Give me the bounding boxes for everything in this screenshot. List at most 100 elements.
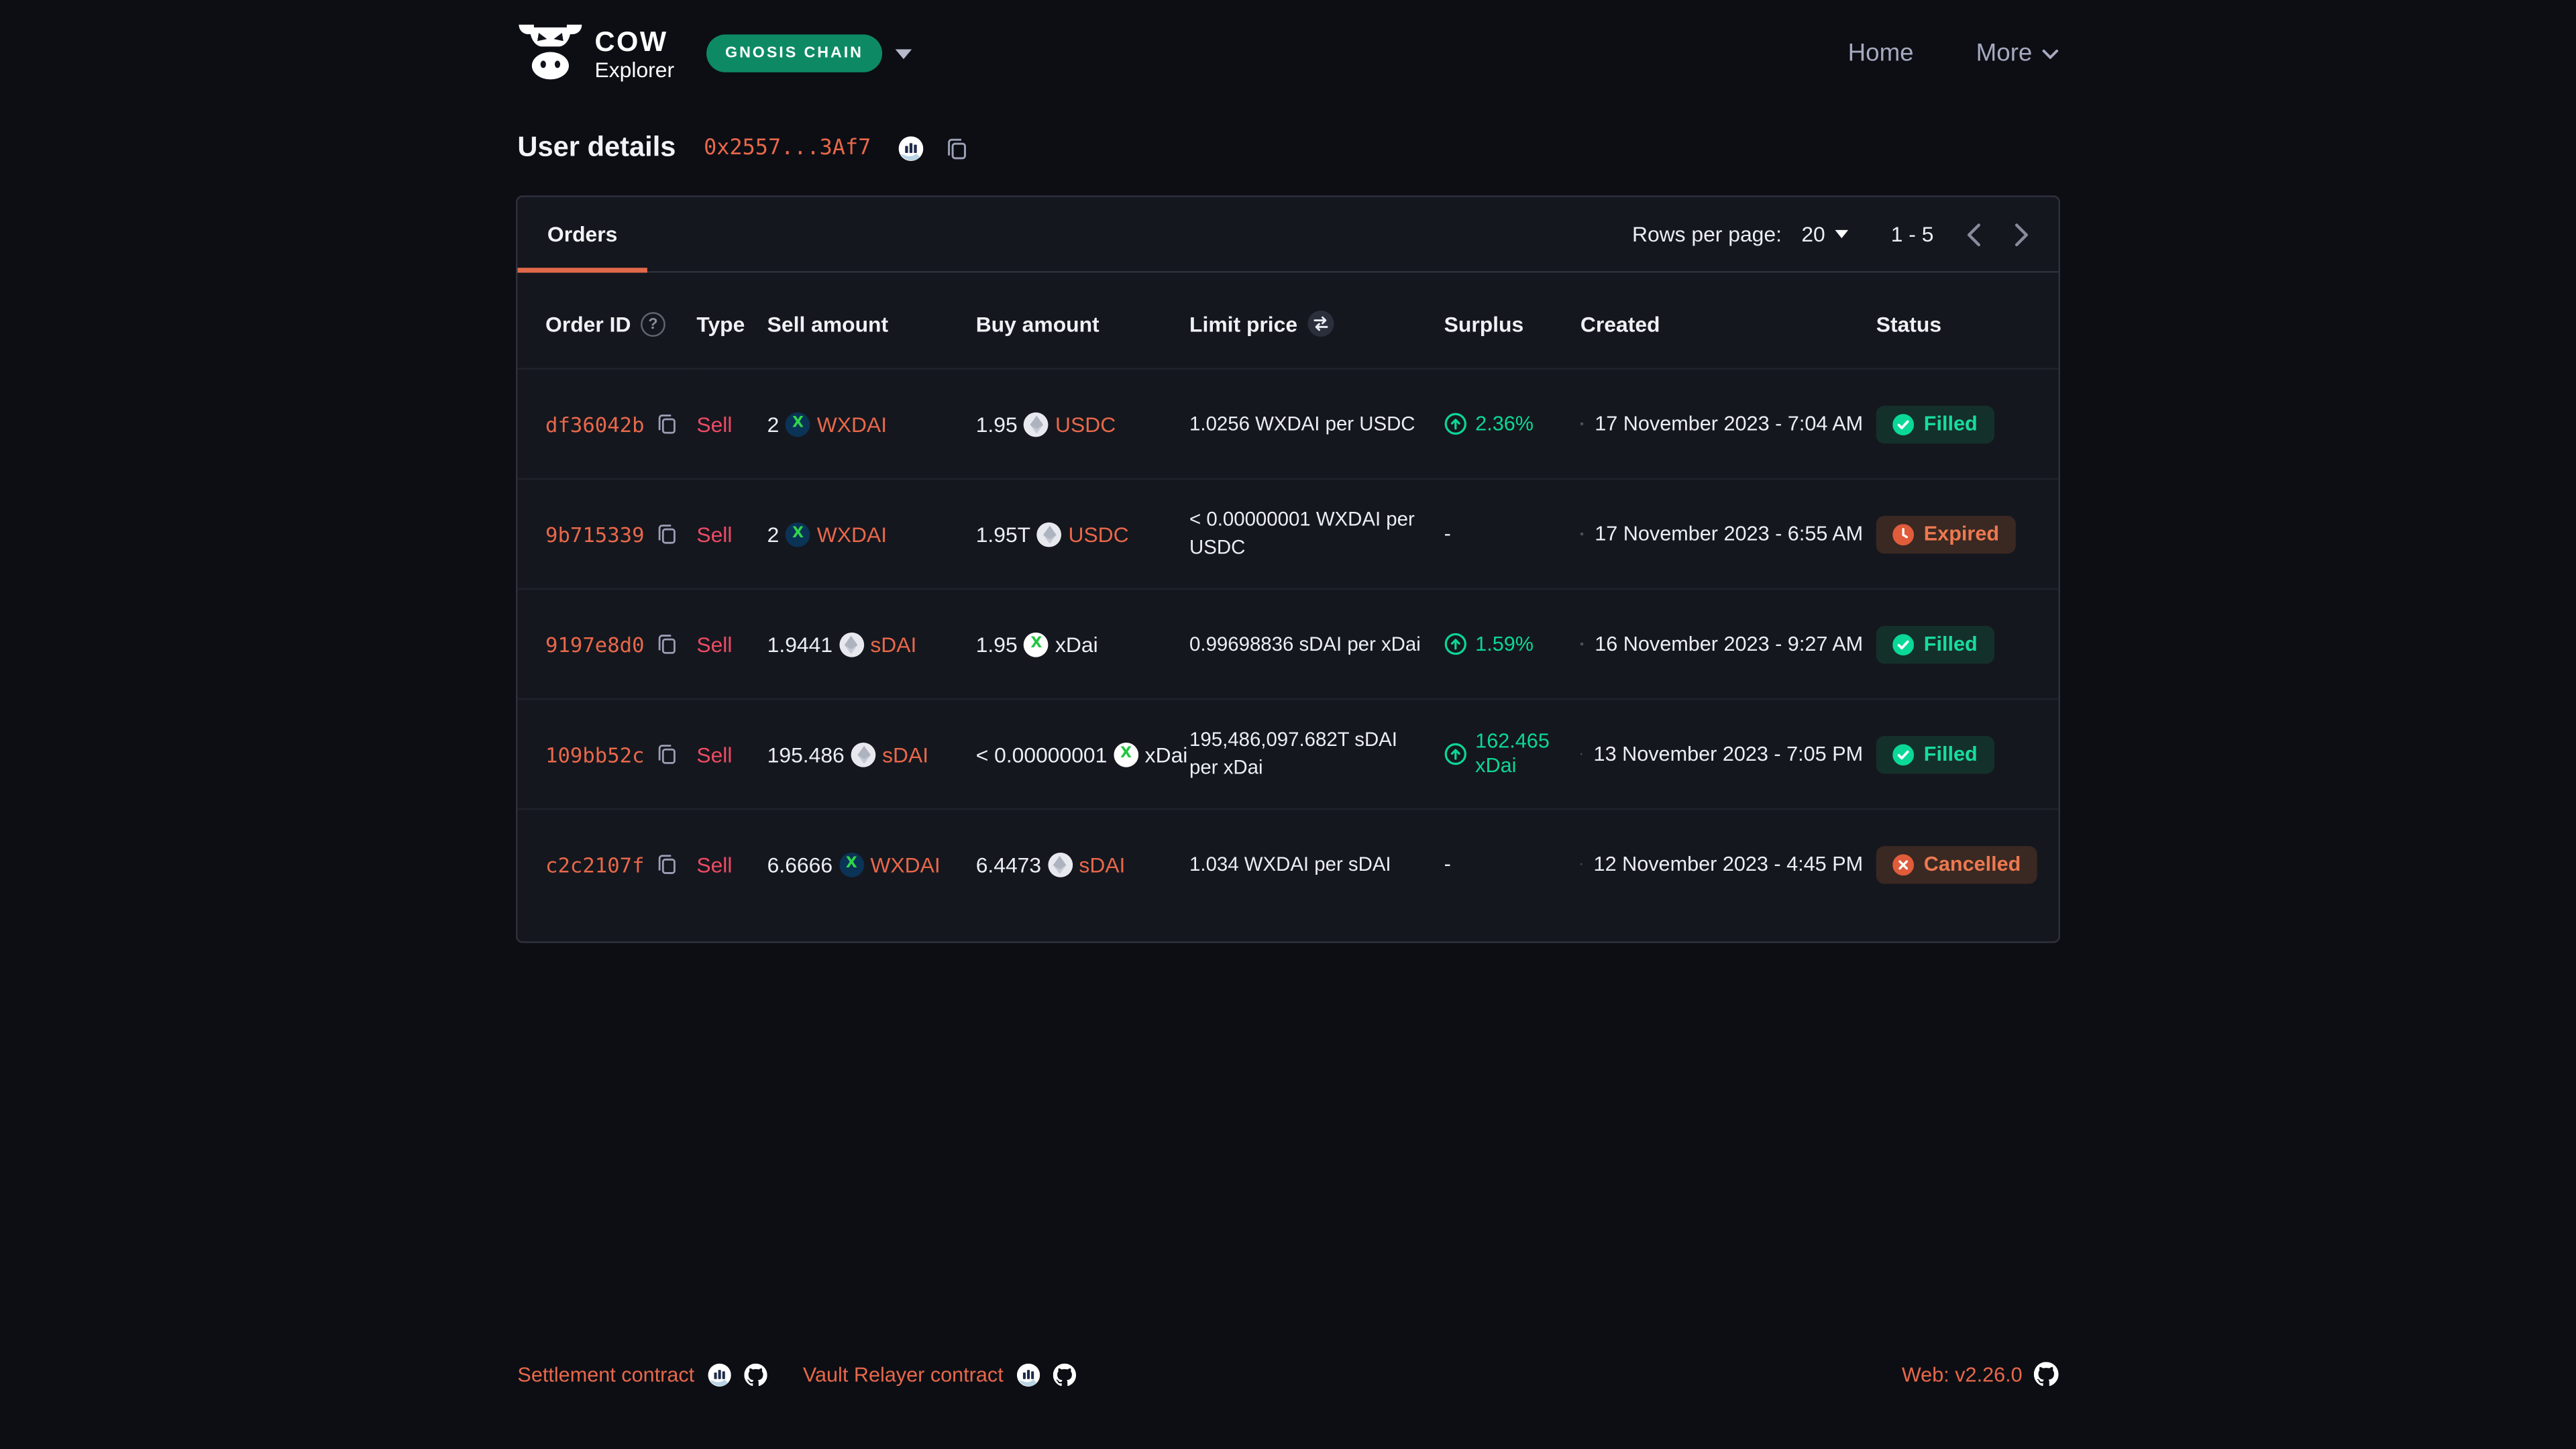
sell-amount-cell: 6.6666 X WXDAI [767,852,963,877]
generic-token-icon [1024,411,1049,436]
status-badge: Filled [1876,735,1994,773]
token-link[interactable]: WXDAI [817,411,887,436]
copy-icon[interactable] [656,523,679,545]
generic-token-icon [1037,522,1062,547]
top-navigation-bar: COW Explorer GNOSIS CHAIN Home More [0,0,2576,84]
status-badge: Filled [1876,625,1994,663]
limit-price: < 0.00000001 WXDAI per USDC [1189,506,1431,561]
brand-subtitle: Explorer [595,58,675,80]
settlement-contract-link[interactable]: Settlement contract [517,1362,694,1385]
xdai-token-icon: X [1024,632,1049,657]
x-circle-icon [1892,853,1914,875]
col-type: Type [696,273,767,369]
copy-icon[interactable] [656,853,679,875]
wxdai-token-icon: X [786,411,810,436]
copy-icon[interactable] [656,633,679,655]
clock-icon [1580,853,1582,875]
chevron-down-icon [894,48,910,58]
check-circle-icon [1892,633,1914,655]
cow-explorer-app: COW Explorer GNOSIS CHAIN Home More Use [0,0,2576,1449]
buy-amount-cell: 1.95 X xDai [976,632,1177,657]
tab-orders[interactable]: Orders [517,197,647,271]
token-link[interactable]: WXDAI [870,852,940,877]
nav-home[interactable]: Home [1848,40,1914,68]
nav-more[interactable]: More [1976,40,2059,68]
wxdai-token-icon: X [786,522,810,547]
page-title: User details [517,131,676,164]
order-id-link[interactable]: 9197e8d0 [545,632,644,657]
clock-circle-icon [1892,523,1914,545]
card-tab-bar: Orders Rows per page: 20 1 - 5 [517,197,2058,273]
sell-amount-cell: 2 X WXDAI [767,522,963,547]
cow-explorer-logo[interactable]: COW Explorer [517,23,674,84]
clock-icon [1580,743,1582,765]
generic-token-icon [851,742,876,767]
github-icon[interactable] [744,1362,767,1385]
order-id-link[interactable]: df36042b [545,411,644,436]
arrow-up-circle-icon [1444,413,1467,435]
limit-price: 0.99698836 sDAI per xDai [1189,630,1431,658]
table-row: 9197e8d0 Sell 1.9441 sDAI 1.95 X [517,589,2058,699]
limit-price: 1.034 WXDAI per sDAI [1189,850,1431,878]
settlement-contract-group: Settlement contract [517,1362,767,1385]
token-link[interactable]: sDAI [882,742,928,767]
col-buy-amount: Buy amount [976,273,1189,369]
copy-address-icon[interactable] [945,136,970,160]
orders-table-body: df36042b Sell 2 X WXDAI 1.95 USDC [517,369,2058,918]
network-selector[interactable]: GNOSIS CHAIN [707,34,911,72]
page-header: User details 0x2557...3Af7 [517,131,2058,164]
created-cell: 16 November 2023 - 9:27 AM [1580,633,1863,655]
token-link[interactable]: USDC [1068,522,1128,547]
buy-amount-cell: 1.95T USDC [976,522,1177,547]
surplus-value: - [1444,852,1568,877]
previous-page-button[interactable] [1966,223,1981,246]
created-cell: 17 November 2023 - 6:55 AM [1580,523,1863,545]
clock-icon [1580,523,1583,545]
wxdai-token-icon: X [839,852,864,877]
order-id-link[interactable]: c2c2107f [545,852,644,877]
order-type: Sell [696,852,732,877]
token-link[interactable]: WXDAI [817,522,887,547]
generic-token-icon [1048,852,1073,877]
sell-amount-cell: 195.486 sDAI [767,742,963,767]
swap-price-direction-icon[interactable] [1307,311,1334,337]
token-label: xDai [1145,742,1188,767]
generic-token-icon [839,632,864,657]
web-version-link[interactable]: Web: v2.26.0 [1902,1362,2023,1385]
arrow-up-circle-icon [1444,743,1467,765]
col-created: Created [1580,273,1876,369]
github-icon[interactable] [1053,1362,1075,1385]
vault-relayer-contract-group: Vault Relayer contract [803,1362,1076,1385]
table-row: df36042b Sell 2 X WXDAI 1.95 USDC [517,369,2058,479]
token-link[interactable]: sDAI [870,632,916,657]
rows-per-page-select[interactable]: 20 [1801,222,1848,247]
buy-amount-cell: < 0.00000001 X xDai [976,742,1177,767]
created-cell: 17 November 2023 - 7:04 AM [1580,413,1863,435]
token-link[interactable]: USDC [1055,411,1116,436]
created-cell: 13 November 2023 - 7:05 PM [1580,743,1863,765]
user-address-link[interactable]: 0x2557...3Af7 [704,136,871,160]
vault-relayer-contract-link[interactable]: Vault Relayer contract [803,1362,1004,1385]
order-type: Sell [696,522,732,547]
network-badge[interactable]: GNOSIS CHAIN [707,34,881,72]
table-row: 9b715339 Sell 2 X WXDAI 1.95T USD [517,479,2058,589]
clock-icon [1580,633,1583,655]
table-row: c2c2107f Sell 6.6666 X WXDAI 6.4473 [517,809,2058,918]
rows-per-page-label: Rows per page: [1632,222,1782,247]
brand-title: COW [595,27,675,55]
github-icon[interactable] [2034,1362,2059,1387]
order-id-link[interactable]: 109bb52c [545,742,644,767]
next-page-button[interactable] [2014,223,2029,246]
token-link[interactable]: sDAI [1079,852,1125,877]
block-explorer-icon[interactable] [899,136,924,160]
sell-amount-cell: 1.9441 sDAI [767,632,963,657]
copy-icon[interactable] [656,413,679,435]
block-explorer-icon[interactable] [708,1362,731,1385]
help-icon[interactable] [641,311,665,336]
copy-icon[interactable] [656,743,679,765]
order-id-link[interactable]: 9b715339 [545,522,644,547]
block-explorer-icon[interactable] [1016,1362,1039,1385]
created-date: 17 November 2023 - 6:55 AM [1595,523,1863,545]
table-row: 109bb52c Sell 195.486 sDAI < 0.00000001 … [517,699,2058,809]
col-status: Status [1876,273,2059,369]
